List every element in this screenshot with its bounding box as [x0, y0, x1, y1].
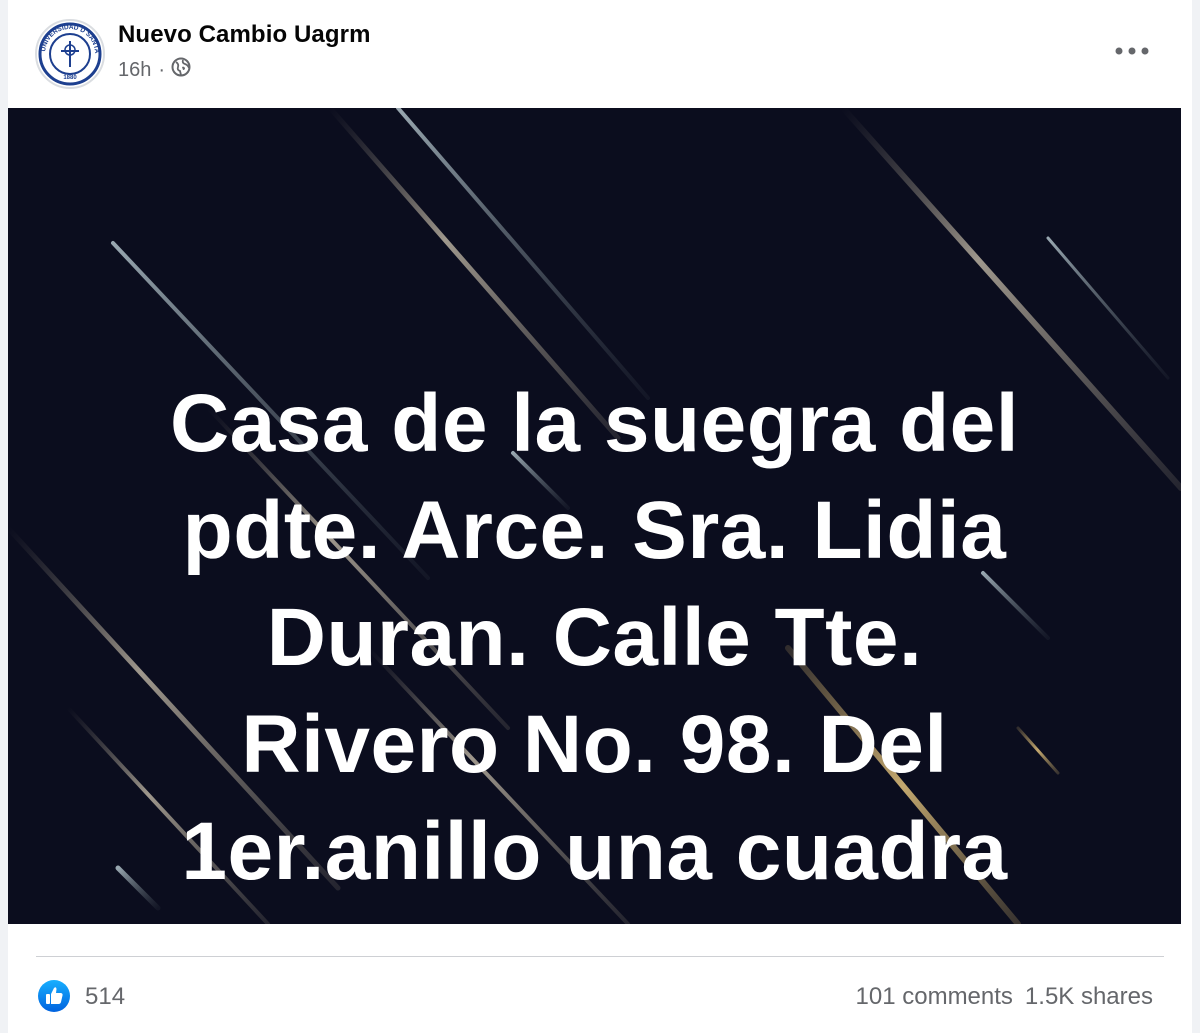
more-options-button[interactable]	[1112, 36, 1152, 66]
caption-line: Rivero No. 98. Del	[241, 699, 948, 790]
comments-count-link[interactable]: 101 comments	[856, 983, 1013, 1011]
page-avatar[interactable]: UNIVERSIDAD D SANTA CRUZ 1880	[35, 19, 105, 89]
post-footer: 514 101 comments 1.5K shares	[8, 972, 1192, 1020]
post-card: UNIVERSIDAD D SANTA CRUZ 1880 Nuevo Camb…	[8, 0, 1192, 1033]
caption-line: 1er.anillo una cuadra	[181, 806, 1008, 897]
post-timestamp[interactable]: 16h	[118, 59, 151, 82]
globe-icon[interactable]	[171, 57, 191, 83]
meta-separator: ·	[158, 58, 166, 81]
caption-line: Casa de la suegra del	[169, 378, 1020, 469]
caption-line: Duran. Calle Tte.	[266, 592, 923, 683]
like-reaction-icon[interactable]	[38, 980, 70, 1012]
caption-line: pdte. Arce. Sra. Lidia	[182, 485, 1007, 576]
image-caption-text: Casa de la suegra del pdte. Arce. Sra. L…	[8, 370, 1181, 905]
footer-divider	[36, 956, 1164, 957]
page-name-link[interactable]: Nuevo Cambio Uagrm	[118, 21, 371, 49]
engagement-stats: 101 comments 1.5K shares	[856, 983, 1153, 1011]
post-header: UNIVERSIDAD D SANTA CRUZ 1880 Nuevo Camb…	[8, 0, 1192, 104]
post-meta: 16h ·	[118, 57, 191, 83]
more-options-icon	[1115, 47, 1149, 55]
seal-year: 1880	[63, 75, 77, 81]
post-image[interactable]: Casa de la suegra del pdte. Arce. Sra. L…	[8, 108, 1181, 924]
shares-count-link[interactable]: 1.5K shares	[1025, 983, 1153, 1011]
like-count[interactable]: 514	[85, 983, 125, 1011]
university-seal-logo: UNIVERSIDAD D SANTA CRUZ 1880	[37, 21, 102, 86]
